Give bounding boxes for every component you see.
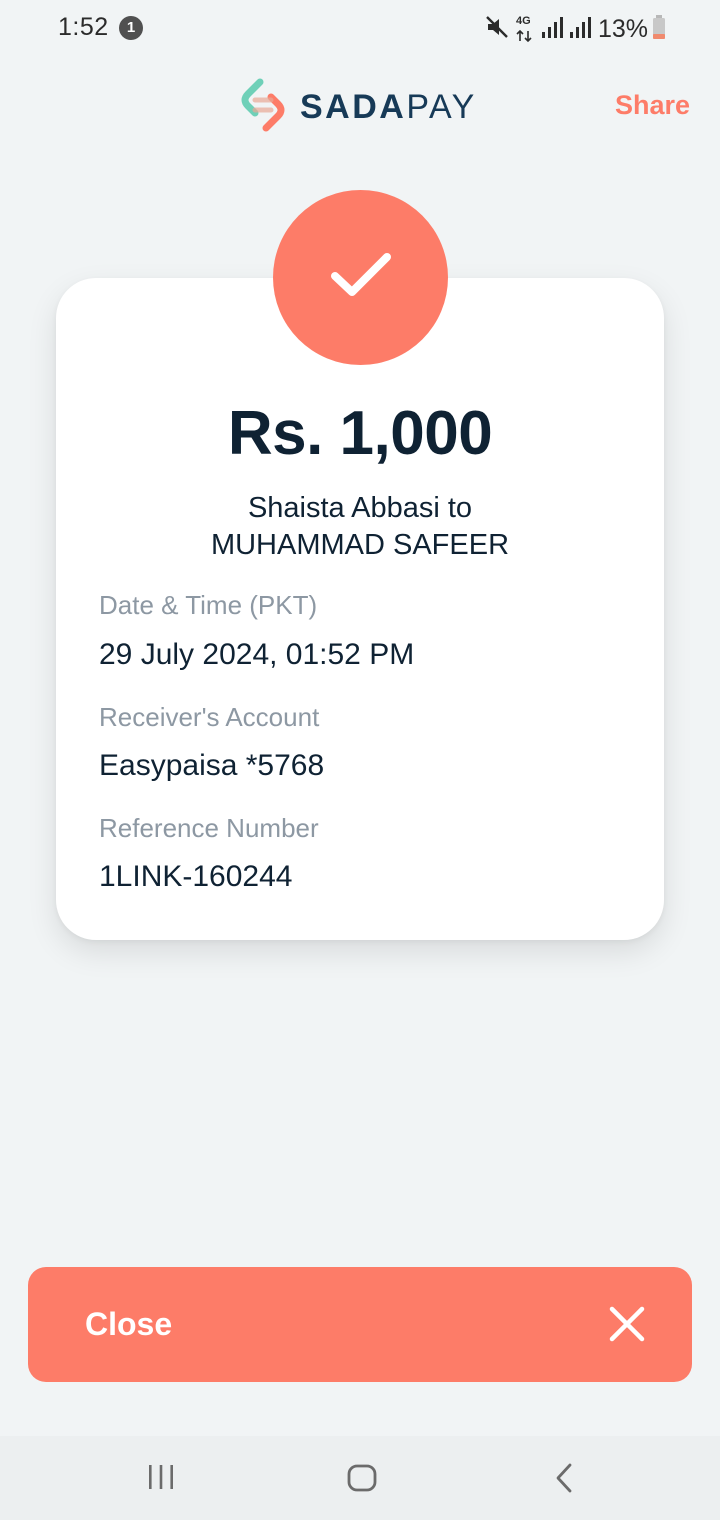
brand-name: SADAPAY: [300, 88, 477, 127]
datetime-value: 29 July 2024, 01:52 PM: [99, 638, 415, 671]
transfer-amount: Rs. 1,000: [227, 399, 493, 468]
sadapay-logo: SADAPAY: [238, 76, 477, 139]
recents-icon[interactable]: [146, 1462, 176, 1497]
reference-number-label: Reference Number: [99, 813, 319, 843]
status-time: 1:52: [58, 13, 109, 41]
close-icon: [608, 1305, 646, 1348]
battery-icon: [652, 14, 666, 45]
sadapay-logo-icon: [238, 76, 288, 139]
header: SADAPAY Share: [0, 70, 720, 140]
transfer-parties: Shaista Abbasi to MUHAMMAD SAFEER: [56, 490, 664, 564]
battery-percent: 13%: [597, 14, 648, 43]
signal-icon: [568, 15, 592, 44]
receiver-account-label: Receiver's Account: [99, 702, 320, 732]
status-bar: 1:52 1 4G 13%: [0, 0, 720, 58]
brand-name-bold: SADA: [300, 88, 407, 126]
check-icon: [329, 250, 393, 305]
home-icon[interactable]: [346, 1462, 378, 1499]
sender-line: Shaista Abbasi to: [247, 492, 473, 524]
datetime-label: Date & Time (PKT): [99, 590, 318, 620]
close-button-label: Close: [85, 1306, 173, 1342]
receipt-card: Rs. 1,000 Shaista Abbasi to MUHAMMAD SAF…: [56, 278, 664, 940]
success-badge: [273, 190, 448, 365]
brand-name-light: PAY: [406, 88, 477, 126]
status-icons: 4G 13%: [484, 14, 666, 44]
share-button[interactable]: Share: [615, 90, 690, 121]
mute-icon: [484, 14, 510, 45]
receiver-account-value: Easypaisa *5768: [99, 749, 325, 782]
signal-icon: [540, 15, 564, 44]
back-icon[interactable]: [550, 1462, 580, 1499]
notification-badge: 1: [119, 16, 143, 40]
system-nav-bar: [0, 1436, 720, 1520]
receiver-line: MUHAMMAD SAFEER: [210, 529, 510, 561]
close-button[interactable]: Close: [28, 1267, 692, 1382]
4g-icon: 4G: [514, 15, 536, 43]
reference-number-value: 1LINK-160244: [99, 860, 293, 893]
